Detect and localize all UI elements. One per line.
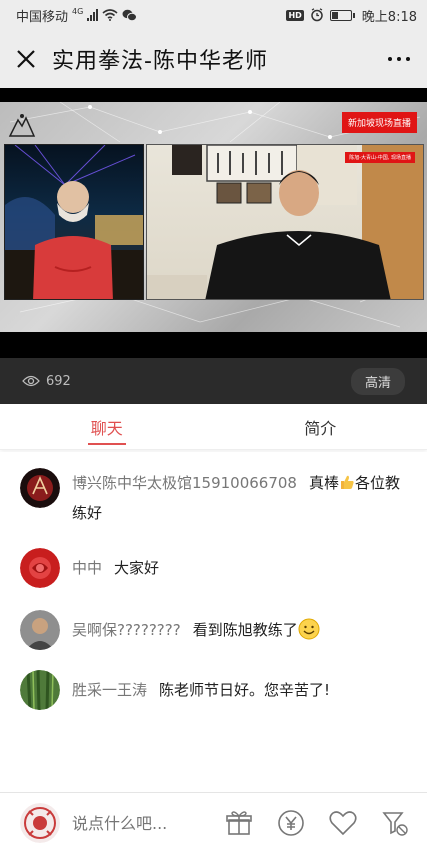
- more-icon-dot: [397, 57, 401, 61]
- message-content: 中中 大家好: [72, 548, 159, 588]
- avatar[interactable]: [20, 670, 60, 710]
- tab-chat[interactable]: 聊天: [0, 404, 214, 449]
- tab-intro[interactable]: 简介: [214, 404, 427, 449]
- battery-icon: [329, 9, 355, 21]
- status-left: 中国移动 4G: [16, 6, 138, 25]
- live-badge-small: 陈旭-大青山-中国, 现场直播: [345, 152, 415, 163]
- wechat-icon: [122, 9, 138, 21]
- message-author: 吴啊保????????: [72, 621, 181, 639]
- video-pane-left: [4, 144, 144, 300]
- avatar[interactable]: [20, 610, 60, 650]
- chat-footer: [0, 792, 427, 853]
- page-title: 实用拳法-陈中华老师: [52, 49, 268, 74]
- user-avatar[interactable]: [20, 803, 60, 843]
- heart-icon: [329, 811, 357, 836]
- wifi-icon: [102, 9, 118, 21]
- more-button[interactable]: [371, 30, 427, 88]
- like-button[interactable]: [327, 807, 359, 839]
- gift-icon: [226, 811, 252, 835]
- message-author: 中中: [72, 559, 103, 577]
- thumbs-up-icon: [341, 475, 354, 489]
- reward-button[interactable]: [275, 807, 307, 839]
- alarm-icon: [311, 8, 323, 22]
- filter-button[interactable]: [379, 807, 411, 839]
- more-icon-dot: [388, 57, 392, 61]
- signal-icon: [87, 9, 99, 21]
- list-item: 中中 大家好: [20, 548, 410, 588]
- footer-actions: [223, 807, 411, 839]
- message-content: 吴啊保???????? 看到陈旭教练了: [72, 610, 320, 650]
- gift-button[interactable]: [223, 807, 255, 839]
- carrier-label: 中国移动: [16, 9, 69, 25]
- avatar[interactable]: [20, 548, 60, 588]
- status-bar: 中国移动 4G HD 晚上8:18: [0, 0, 427, 30]
- list-item: 博兴陈中华太极馆15910066708 真棒 各位教练好: [20, 468, 410, 528]
- list-item: 胜采一王涛 陈老师节日好。您辛苦了!: [20, 670, 410, 710]
- message-content: 博兴陈中华太极馆15910066708 真棒 各位教练好: [72, 468, 410, 528]
- chat-list[interactable]: 博兴陈中华太极馆15910066708 真棒 各位教练好 中中 大家好 吴啊保????…: [0, 452, 427, 792]
- network-label: 4G: [72, 6, 84, 16]
- video-info-bar: 692 高清: [0, 358, 427, 404]
- filter-icon: [382, 812, 408, 836]
- message-text: 看到陈旭教练了: [192, 621, 298, 639]
- message-text: 陈老师节日好。您辛苦了!: [159, 681, 331, 699]
- eye-icon: [22, 375, 40, 387]
- title-bar: 实用拳法-陈中华老师: [0, 30, 427, 88]
- yen-icon: [278, 810, 304, 836]
- message-author: 胜采一王涛: [72, 681, 148, 699]
- message-text: 真棒: [308, 474, 339, 492]
- tab-bar: 聊天 简介: [0, 404, 427, 450]
- list-item: 吴啊保???????? 看到陈旭教练了: [20, 610, 410, 650]
- video-frame: 新加坡现场直播 陈旭-大青山-中国, 现场直播: [0, 102, 427, 332]
- hd-badge: HD: [286, 9, 304, 21]
- video-pane-right: [146, 144, 424, 300]
- more-icon-dot: [406, 57, 410, 61]
- close-icon: [17, 50, 35, 68]
- view-count-value: 692: [46, 373, 71, 389]
- clock-label: 晚上8:18: [361, 9, 417, 25]
- message-content: 胜采一王涛 陈老师节日好。您辛苦了!: [72, 670, 330, 710]
- live-badge: 新加坡现场直播: [341, 112, 417, 133]
- view-count: 692: [22, 374, 71, 389]
- smile-icon: [298, 618, 320, 640]
- video-player[interactable]: 新加坡现场直播 陈旭-大青山-中国, 现场直播: [0, 88, 427, 358]
- close-button[interactable]: [0, 30, 52, 88]
- channel-logo-icon: [8, 114, 36, 137]
- quality-button[interactable]: 高清: [350, 367, 405, 395]
- message-author: 博兴陈中华太极馆15910066708: [72, 474, 297, 492]
- avatar[interactable]: [20, 468, 60, 508]
- status-right: HD 晚上8:18: [286, 6, 417, 25]
- chat-input[interactable]: [72, 813, 207, 833]
- message-text: 大家好: [114, 559, 160, 577]
